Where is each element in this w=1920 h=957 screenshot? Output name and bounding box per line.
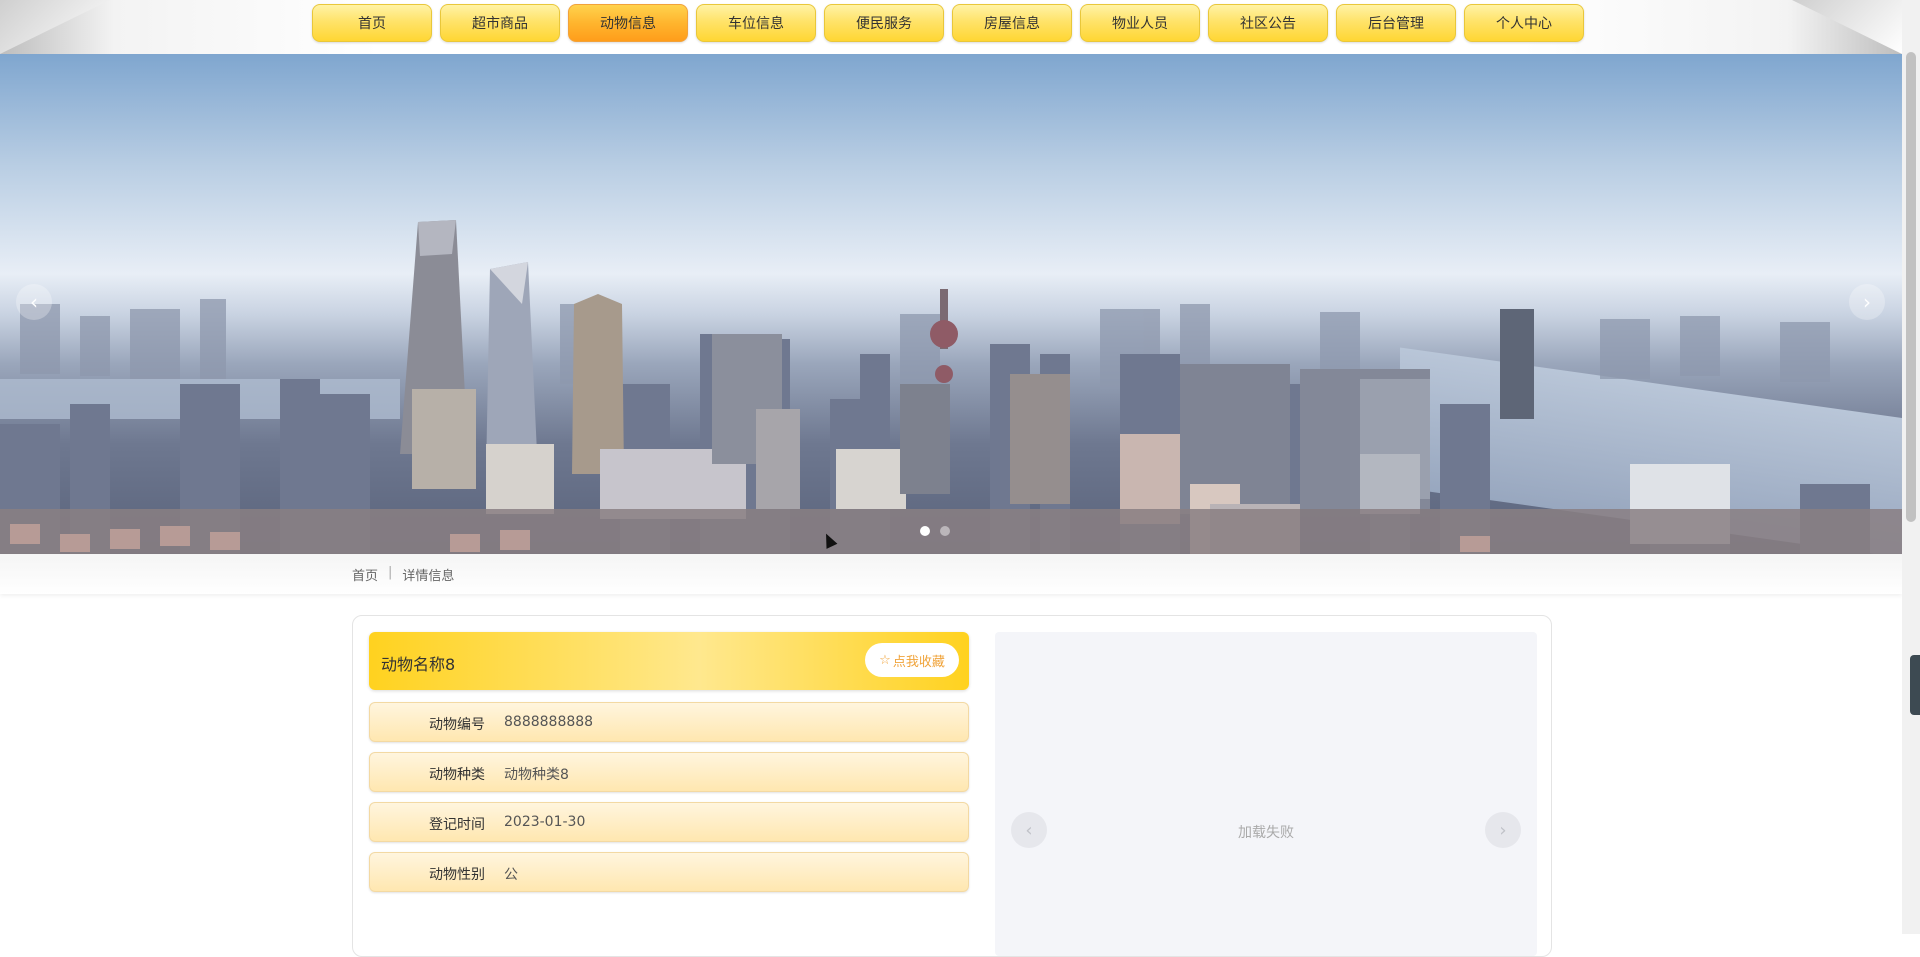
breadcrumb-current: 详情信息 [402, 569, 455, 584]
field-row-animal-number: 动物编号 8888888888 [369, 702, 969, 742]
field-value: 8888888888 [504, 714, 594, 730]
nav-item-animals[interactable]: 动物信息 [568, 4, 688, 42]
nav-item-services[interactable]: 便民服务 [824, 4, 944, 42]
nav-item-parking[interactable]: 车位信息 [696, 4, 816, 42]
field-label: 动物性别 [429, 867, 485, 883]
side-float-widget[interactable] [1910, 655, 1920, 715]
banner-dots [920, 526, 950, 536]
image-load-failed-text: 加载失败 [1238, 825, 1294, 841]
nav-item-notices[interactable]: 社区公告 [1208, 4, 1328, 42]
field-row-animal-type: 动物种类 动物种类8 [369, 752, 969, 792]
navbar-corner-left [0, 0, 110, 54]
banner-carousel: ‹ › [0, 54, 1902, 554]
nav-item-home[interactable]: 首页 [312, 4, 432, 42]
field-row-register-time: 登记时间 2023-01-30 [369, 802, 969, 842]
banner-next-arrow-icon[interactable]: › [1849, 284, 1885, 320]
nav-item-admin[interactable]: 后台管理 [1336, 4, 1456, 42]
detail-card: 动物名称8 ☆ 点我收藏 动物编号 8888888888 动物种类 动物种类8 … [352, 615, 1552, 957]
banner-dot-1[interactable] [920, 526, 930, 536]
favorite-button-label: 点我收藏 [892, 654, 945, 670]
nav-item-profile[interactable]: 个人中心 [1464, 4, 1584, 42]
favorite-button[interactable]: ☆ 点我收藏 [865, 643, 959, 677]
scrollbar-thumb[interactable] [1906, 52, 1916, 522]
star-icon: ☆ [879, 652, 891, 668]
field-value: 2023-01-30 [504, 814, 586, 830]
image-carousel: ‹ › 加载失败 [995, 632, 1537, 956]
field-label: 动物种类 [429, 767, 485, 783]
main-nav: 首页 超市商品 动物信息 车位信息 便民服务 房屋信息 物业人员 社区公告 后台… [312, 4, 1584, 42]
banner-prev-arrow-icon[interactable]: ‹ [16, 284, 52, 320]
nav-item-staff[interactable]: 物业人员 [1080, 4, 1200, 42]
field-value: 动物种类8 [504, 767, 569, 783]
breadcrumb-home[interactable]: 首页 [352, 565, 378, 584]
breadcrumb-separator: | [388, 565, 393, 580]
city-skyline-image [0, 220, 1902, 554]
nav-item-housing[interactable]: 房屋信息 [952, 4, 1072, 42]
field-row-animal-gender: 动物性别 公 [369, 852, 969, 892]
breadcrumb: 首页 | 详情信息 [352, 565, 454, 584]
animal-name-title: 动物名称8 [381, 655, 456, 674]
page-scrollbar[interactable] [1902, 0, 1920, 934]
nav-item-supermarket[interactable]: 超市商品 [440, 4, 560, 42]
top-navbar: 首页 超市商品 动物信息 车位信息 便民服务 房屋信息 物业人员 社区公告 后台… [0, 0, 1902, 54]
navbar-corner-right [1792, 0, 1902, 54]
field-value: 公 [504, 867, 518, 883]
breadcrumb-bar: 首页 | 详情信息 [0, 554, 1902, 594]
banner-dot-2[interactable] [940, 526, 950, 536]
field-label: 动物编号 [429, 717, 485, 733]
field-label: 登记时间 [429, 817, 485, 833]
detail-title-bar: 动物名称8 ☆ 点我收藏 [369, 632, 969, 690]
